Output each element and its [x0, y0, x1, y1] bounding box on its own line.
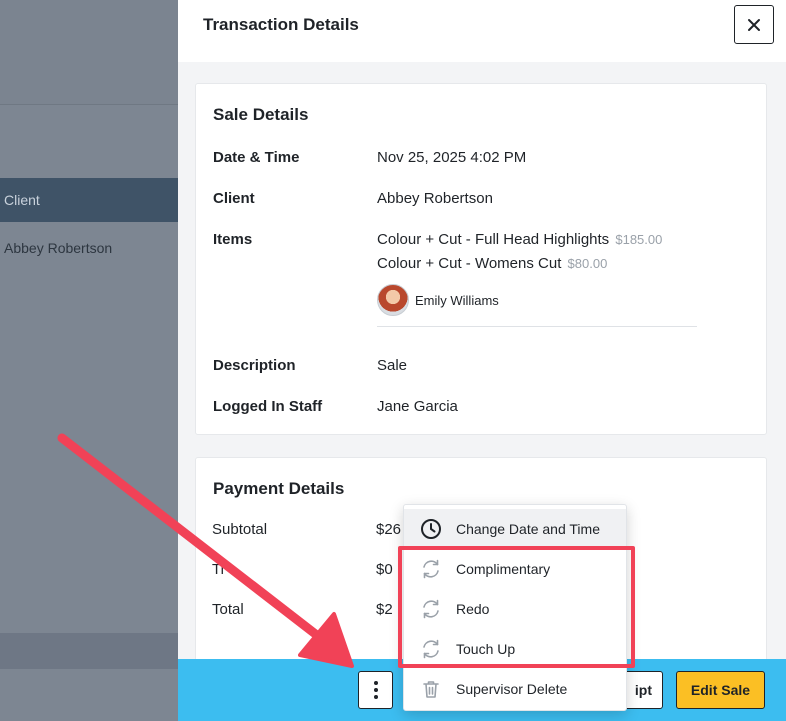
items-label: Items: [213, 231, 253, 248]
menu-item-change-date-time[interactable]: Change Date and Time: [404, 509, 626, 549]
annotation-highlight-box: [398, 546, 635, 668]
drawer-header: Transaction Details: [178, 0, 786, 62]
total-value: $2: [376, 601, 393, 618]
logged-in-staff-value: Jane Garcia: [377, 398, 458, 415]
staff-name: Emily Williams: [415, 292, 499, 308]
clock-icon: [421, 519, 441, 539]
background-table-header: Client: [0, 178, 178, 222]
background-top-panel: [0, 0, 178, 105]
description-value: Sale: [377, 357, 408, 374]
client-label: Client: [213, 190, 255, 207]
subtotal-label: Subtotal: [212, 521, 268, 538]
edit-sale-button[interactable]: Edit Sale: [676, 671, 765, 709]
trash-icon: [423, 681, 439, 698]
avatar: [377, 284, 409, 316]
menu-item-supervisor-delete[interactable]: Supervisor Delete: [404, 669, 626, 709]
date-time-value: Nov 25, 2025 4:02 PM: [377, 149, 527, 166]
item-price: $185.00: [615, 232, 663, 247]
more-options-button[interactable]: [358, 671, 393, 709]
client-value: Abbey Robertson: [377, 190, 493, 207]
background-header-label: Client: [4, 192, 40, 208]
item-name: Colour + Cut - Womens Cut: [377, 255, 562, 272]
close-icon: [748, 18, 760, 31]
payment-details-title: Payment Details: [213, 479, 345, 498]
total-label: Total: [212, 601, 244, 618]
item-line: Colour + Cut - Full Head Highlights $185…: [377, 231, 662, 248]
sale-details-title: Sale Details: [213, 105, 309, 124]
more-vertical-icon: [373, 681, 378, 699]
tip-value: $0: [376, 561, 393, 578]
menu-item-label: Supervisor Delete: [456, 681, 568, 697]
description-label: Description: [213, 357, 296, 374]
item-price: $80.00: [567, 256, 608, 271]
date-time-label: Date & Time: [213, 149, 300, 166]
background-client-cell: Abbey Robertson: [4, 240, 113, 256]
item-line: Colour + Cut - Womens Cut $80.00: [377, 255, 607, 272]
background-app: Client Abbey Robertson: [0, 0, 178, 721]
divider: [377, 326, 697, 327]
tip-label: Ti: [212, 561, 224, 578]
background-footer: [0, 633, 178, 669]
logged-in-staff-label: Logged In Staff: [213, 398, 323, 415]
item-name: Colour + Cut - Full Head Highlights: [377, 231, 610, 248]
drawer-title: Transaction Details: [203, 15, 359, 34]
menu-item-label: Change Date and Time: [456, 521, 600, 537]
item-staff: Emily Williams: [377, 284, 499, 316]
subtotal-value: $26: [376, 521, 402, 538]
receipt-button-label: ipt: [634, 682, 652, 698]
close-button[interactable]: [734, 5, 774, 44]
edit-sale-label: Edit Sale: [690, 682, 751, 698]
